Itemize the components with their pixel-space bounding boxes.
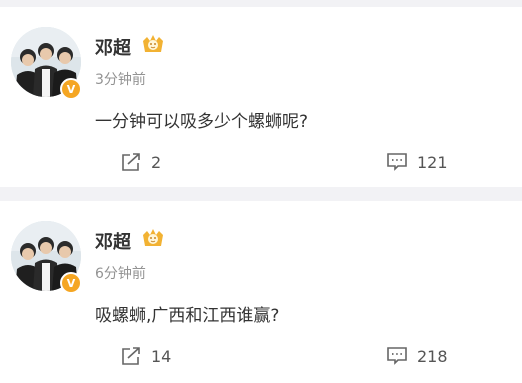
post-card: V 邓超 3分钟前 一分钟可以吸多少个螺蛳呢? 2 121 [0, 7, 522, 187]
post-card: V 邓超 6分钟前 吸螺蛳,广西和江西谁赢? 14 218 [0, 201, 522, 383]
verified-badge-label: V [66, 82, 76, 96]
verified-badge-icon: V [60, 272, 82, 294]
top-divider [0, 0, 522, 7]
author-name[interactable]: 邓超 [95, 228, 131, 254]
post-time[interactable]: 3分钟前 [95, 69, 146, 89]
repost-icon [122, 347, 140, 365]
repost-icon [122, 153, 140, 171]
repost-button[interactable]: 2 [120, 150, 161, 174]
comment-icon [387, 153, 407, 171]
comment-count: 121 [417, 152, 448, 172]
repost-button[interactable]: 14 [120, 344, 171, 368]
vip-level-icon[interactable] [140, 227, 166, 249]
post-text: 吸螺蛳,广西和江西谁赢? [95, 306, 280, 326]
verified-badge-icon: V [60, 78, 82, 100]
comment-button[interactable]: 218 [386, 344, 448, 368]
comment-icon [387, 347, 407, 365]
repost-count: 14 [151, 346, 172, 366]
comment-count: 218 [417, 346, 448, 366]
author-name[interactable]: 邓超 [95, 34, 131, 60]
post-time[interactable]: 6分钟前 [95, 263, 146, 283]
verified-badge-label: V [66, 276, 76, 290]
repost-count: 2 [151, 152, 162, 172]
post-text: 一分钟可以吸多少个螺蛳呢? [95, 112, 309, 132]
vip-level-icon[interactable] [140, 33, 166, 55]
comment-button[interactable]: 121 [386, 150, 448, 174]
